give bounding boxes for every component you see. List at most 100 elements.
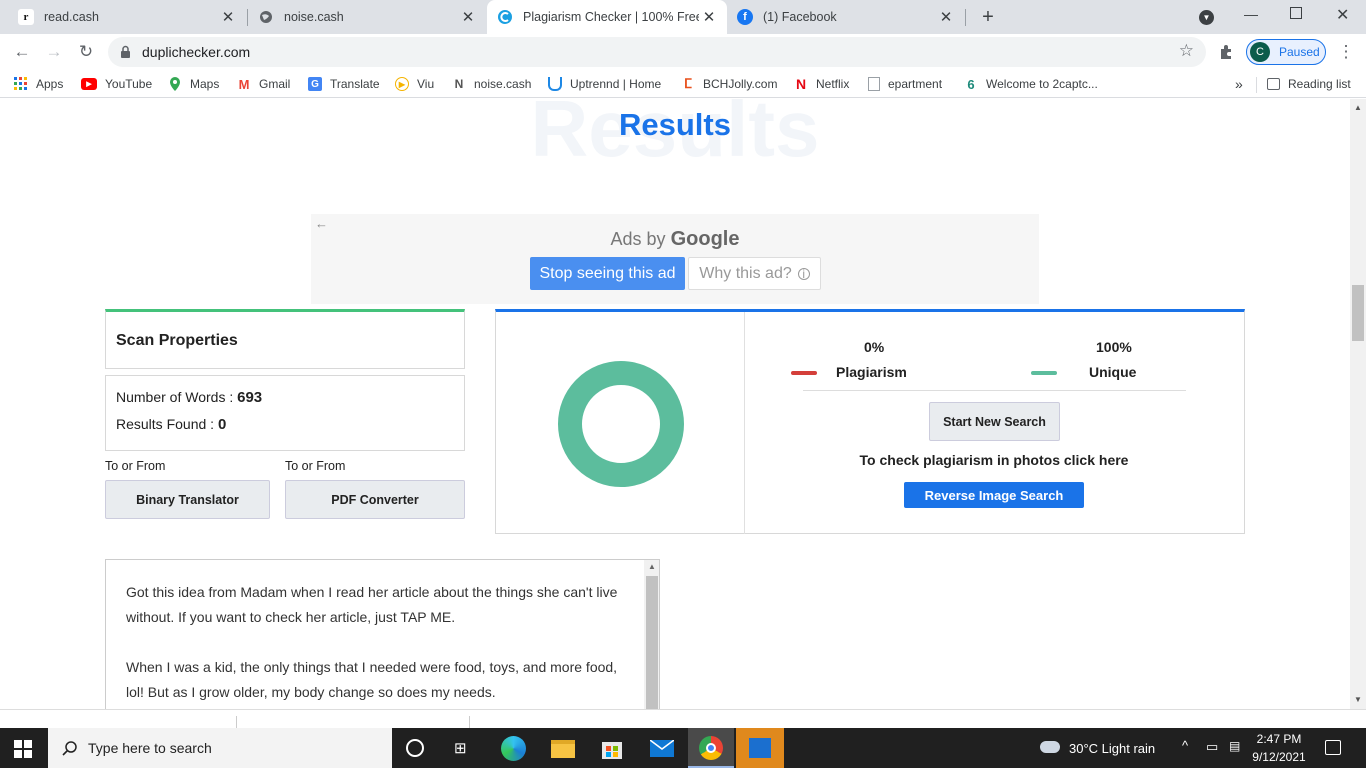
bookmark-bchjolly[interactable]: ⵎ BCHJolly.com bbox=[681, 76, 778, 92]
divider bbox=[469, 716, 470, 728]
taskbar-search-box[interactable]: Type here to search bbox=[48, 728, 392, 768]
scroll-down-icon[interactable]: ▼ bbox=[1354, 695, 1362, 704]
tab-search-icon[interactable]: ▼ bbox=[1199, 10, 1214, 25]
page-icon bbox=[868, 77, 880, 91]
tab-read-cash[interactable]: r read.cash ✕ bbox=[0, 0, 246, 34]
bchjolly-icon: ⵎ bbox=[683, 76, 693, 91]
tab-title: noise.cash bbox=[284, 10, 344, 24]
mail-icon[interactable] bbox=[649, 739, 675, 757]
page-scrollbar[interactable]: ▲ ▼ bbox=[1350, 99, 1366, 709]
bookmark-netflix[interactable]: N Netflix bbox=[794, 76, 849, 92]
google-ad: ← Ads by Google Stop seeing this ad Why … bbox=[311, 214, 1039, 304]
chrome-icon-center bbox=[706, 743, 716, 753]
bookmark-label: Gmail bbox=[259, 77, 291, 91]
scroll-up-icon[interactable]: ▲ bbox=[1354, 103, 1362, 112]
minimize-icon[interactable]: — bbox=[1244, 6, 1258, 22]
bookmark-label: YouTube bbox=[105, 77, 153, 91]
tab-facebook[interactable]: f (1) Facebook ✕ bbox=[727, 0, 964, 34]
close-icon[interactable]: ✕ bbox=[936, 8, 956, 26]
text-input-area[interactable]: Got this idea from Madam when I read her… bbox=[105, 559, 660, 709]
maps-pin-icon bbox=[168, 77, 182, 91]
search-placeholder: Type here to search bbox=[88, 740, 212, 756]
unique-legend-swatch bbox=[1031, 371, 1057, 375]
show-hidden-icons-chevron-icon[interactable]: ^ bbox=[1182, 738, 1188, 753]
close-icon[interactable]: ✕ bbox=[218, 8, 238, 26]
bookmark-epartment[interactable]: epartment bbox=[868, 76, 942, 92]
uptrennd-icon bbox=[548, 77, 562, 91]
clock-time[interactable]: 2:47 PM bbox=[1251, 732, 1307, 746]
binary-translator-button[interactable]: Binary Translator bbox=[105, 480, 270, 519]
pdf-converter-button[interactable]: PDF Converter bbox=[285, 480, 465, 519]
task-view-icon[interactable]: ⊞ bbox=[454, 739, 467, 757]
start-new-search-button[interactable]: Start New Search bbox=[929, 402, 1060, 441]
bookmark-maps[interactable]: Maps bbox=[168, 76, 219, 92]
address-bar[interactable]: duplichecker.com ☆ bbox=[108, 37, 1206, 67]
tab-title: (1) Facebook bbox=[763, 10, 837, 24]
weather-text[interactable]: 30°C Light rain bbox=[1069, 741, 1155, 756]
file-explorer-icon[interactable] bbox=[551, 740, 575, 758]
restore-icon[interactable] bbox=[1290, 7, 1302, 19]
reverse-image-search-button[interactable]: Reverse Image Search bbox=[904, 482, 1084, 508]
notifications-icon[interactable] bbox=[1325, 740, 1341, 755]
scroll-up-icon[interactable]: ▲ bbox=[648, 562, 656, 571]
bookmark-noise-cash[interactable]: N noise.cash bbox=[452, 76, 532, 92]
close-window-icon[interactable]: ✕ bbox=[1336, 5, 1349, 25]
bookmark-label: Translate bbox=[330, 77, 380, 91]
scrollbar-thumb[interactable] bbox=[1352, 285, 1364, 341]
edge-icon[interactable] bbox=[501, 736, 526, 761]
forward-arrow-icon[interactable]: → bbox=[42, 40, 66, 64]
extensions-puzzle-icon[interactable] bbox=[1214, 40, 1238, 64]
reload-icon[interactable]: ↻ bbox=[74, 40, 98, 64]
store-icon[interactable] bbox=[601, 736, 623, 760]
ads-by-label: Ads by bbox=[610, 229, 666, 249]
close-icon[interactable]: ✕ bbox=[699, 8, 719, 26]
plagiarism-percent: 0% bbox=[864, 339, 885, 355]
close-icon[interactable]: ✕ bbox=[458, 8, 478, 26]
bookmark-label: Netflix bbox=[816, 77, 850, 91]
bookmarks-overflow-icon[interactable]: » bbox=[1235, 76, 1243, 92]
meet-now-icon[interactable]: ▭ bbox=[1206, 739, 1218, 755]
bookmark-uptrennd[interactable]: Uptrennd | Home bbox=[548, 76, 661, 92]
tab-separator bbox=[965, 9, 966, 26]
bookmark-label: Uptrennd | Home bbox=[570, 77, 662, 91]
tab-title: Plagiarism Checker | 100% Free a bbox=[523, 10, 699, 24]
profile-status: Paused bbox=[1279, 45, 1320, 59]
viu-icon: ▶ bbox=[395, 77, 409, 91]
bookmark-apps[interactable]: Apps bbox=[14, 76, 63, 92]
bookmark-translate[interactable]: G Translate bbox=[308, 76, 380, 92]
results-panel: 0% Plagiarism 100% Unique Start New Sear… bbox=[495, 309, 1245, 534]
tab-strip: r read.cash ✕ noise.cash ✕ Plagiarism Ch… bbox=[0, 0, 1366, 34]
to-or-from-label: To or From bbox=[105, 459, 166, 473]
textarea-scrollbar[interactable]: ▲ bbox=[644, 560, 659, 709]
bookmark-label: noise.cash bbox=[474, 77, 532, 91]
photos-taskbar-button[interactable] bbox=[736, 728, 784, 768]
stop-seeing-ad-button[interactable]: Stop seeing this ad bbox=[530, 257, 685, 290]
bookmark-star-icon[interactable]: ☆ bbox=[1179, 41, 1194, 61]
network-icon[interactable]: ▤ bbox=[1229, 739, 1240, 753]
bookmark-2captcha[interactable]: 6 Welcome to 2captc... bbox=[964, 76, 1097, 92]
clock-date[interactable]: 9/12/2021 bbox=[1251, 750, 1307, 764]
windows-start-icon[interactable] bbox=[14, 740, 32, 763]
ads-by-google: Ads by Google bbox=[311, 228, 1039, 251]
tab-noise-cash[interactable]: noise.cash ✕ bbox=[248, 0, 486, 34]
bookmark-youtube[interactable]: ▶ YouTube bbox=[81, 76, 152, 92]
why-this-ad-button[interactable]: Why this ad? i bbox=[688, 257, 821, 290]
text-paragraph: Got this idea from Madam when I read her… bbox=[126, 584, 618, 625]
reading-list-icon bbox=[1267, 78, 1280, 90]
bookmark-viu[interactable]: ▶ Viu bbox=[395, 76, 434, 92]
why-this-ad-label: Why this ad? bbox=[699, 264, 792, 282]
divider bbox=[803, 390, 1186, 391]
profile-button[interactable]: C Paused bbox=[1246, 39, 1326, 65]
bookmark-gmail[interactable]: M Gmail bbox=[237, 76, 291, 92]
tab-duplichecker[interactable]: Plagiarism Checker | 100% Free a ✕ bbox=[487, 0, 727, 34]
reading-list-button[interactable]: Reading list bbox=[1267, 76, 1351, 92]
back-arrow-icon[interactable]: ← bbox=[10, 40, 34, 64]
divider bbox=[236, 716, 237, 728]
chrome-taskbar-button[interactable] bbox=[688, 728, 734, 768]
menu-kebab-icon[interactable]: ⋮ bbox=[1334, 40, 1358, 64]
word-count: Number of Words : 693 bbox=[116, 389, 262, 406]
new-tab-plus-icon[interactable]: + bbox=[976, 5, 1000, 29]
scrollbar-thumb[interactable] bbox=[646, 576, 658, 709]
cortana-icon[interactable] bbox=[406, 739, 424, 757]
lock-icon bbox=[121, 45, 130, 58]
